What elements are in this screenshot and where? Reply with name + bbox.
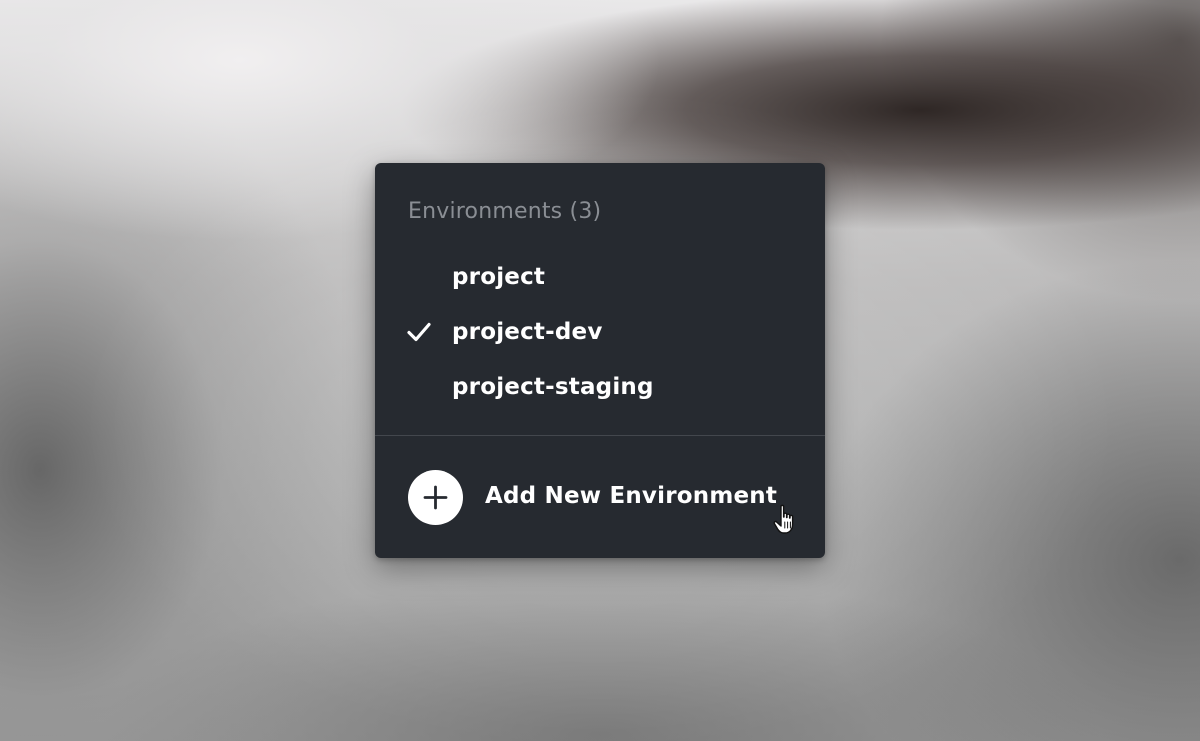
environment-label: project <box>452 264 546 290</box>
environment-item-project[interactable]: project <box>375 252 825 307</box>
environment-list: project project-dev project-staging <box>375 252 825 417</box>
environment-label: project-dev <box>452 319 603 345</box>
add-new-environment-button[interactable]: Add New Environment <box>375 436 825 558</box>
plus-icon[interactable] <box>408 470 463 525</box>
environment-item-project-staging[interactable]: project-staging <box>375 362 825 417</box>
environments-dropdown: Environments (3) project project-dev pro… <box>375 163 825 558</box>
environment-label: project-staging <box>452 374 654 400</box>
add-new-environment-label: Add New Environment <box>485 483 778 509</box>
checkmark-icon <box>407 322 431 342</box>
environment-item-project-dev[interactable]: project-dev <box>375 307 825 362</box>
plus-glyph <box>423 485 448 510</box>
environments-header: Environments (3) <box>408 199 602 224</box>
